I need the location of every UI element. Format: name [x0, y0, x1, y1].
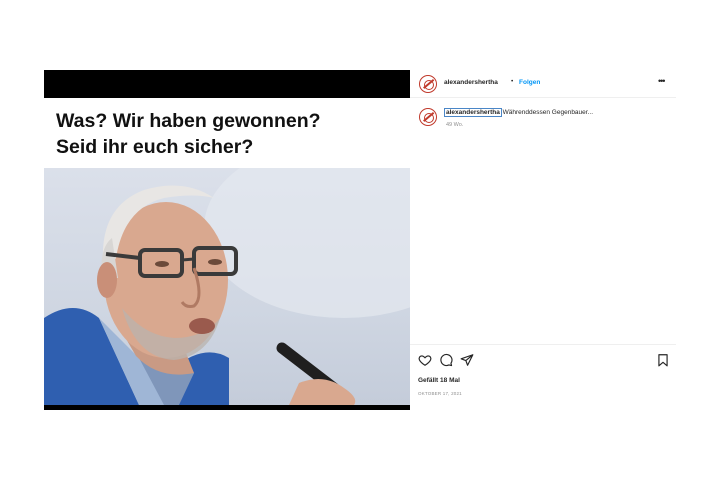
- meme-headline-line2: Seid ihr euch sicher?: [56, 136, 254, 158]
- likes-count[interactable]: Gefällt 18 Mal: [418, 377, 460, 384]
- caption-time[interactable]: 49 Wo.: [446, 122, 463, 128]
- caption-avatar[interactable]: [419, 108, 437, 126]
- meme-headline-line1: Was? Wir haben gewonnen?: [56, 110, 321, 132]
- post-image[interactable]: Was? Wir haben gewonnen? Seid ihr euch s…: [44, 70, 410, 410]
- caption: alexandershertha Währenddessen Gegenbaue…: [410, 102, 676, 142]
- header-username[interactable]: alexandershertha: [444, 79, 498, 86]
- header-separator: •: [511, 78, 514, 85]
- image-top-bar: [44, 70, 410, 98]
- avatar[interactable]: [419, 75, 437, 93]
- more-icon[interactable]: •••: [658, 76, 666, 86]
- image-bottom-bar: [44, 405, 410, 410]
- comment-icon[interactable]: [439, 353, 453, 367]
- photo: [44, 168, 410, 405]
- photo-illustration: [44, 168, 410, 405]
- post-panel: alexandershertha • Folgen ••• alexanders…: [410, 70, 676, 410]
- bookmark-icon[interactable]: [656, 353, 670, 367]
- caption-text: Währenddessen Gegenbauer...: [502, 109, 593, 116]
- heart-icon[interactable]: [418, 353, 432, 367]
- post-header: alexandershertha • Folgen •••: [410, 70, 676, 98]
- post-date: OKTOBER 17, 2021: [418, 391, 462, 396]
- caption-line: alexandershertha Währenddessen Gegenbaue…: [443, 107, 593, 118]
- meme-headline: Was? Wir haben gewonnen? Seid ihr euch s…: [56, 108, 406, 160]
- follow-button[interactable]: Folgen: [519, 79, 540, 86]
- share-icon[interactable]: [460, 353, 474, 367]
- action-bar: Gefällt 18 Mal OKTOBER 17, 2021: [410, 344, 676, 410]
- caption-username[interactable]: alexandershertha: [443, 107, 503, 118]
